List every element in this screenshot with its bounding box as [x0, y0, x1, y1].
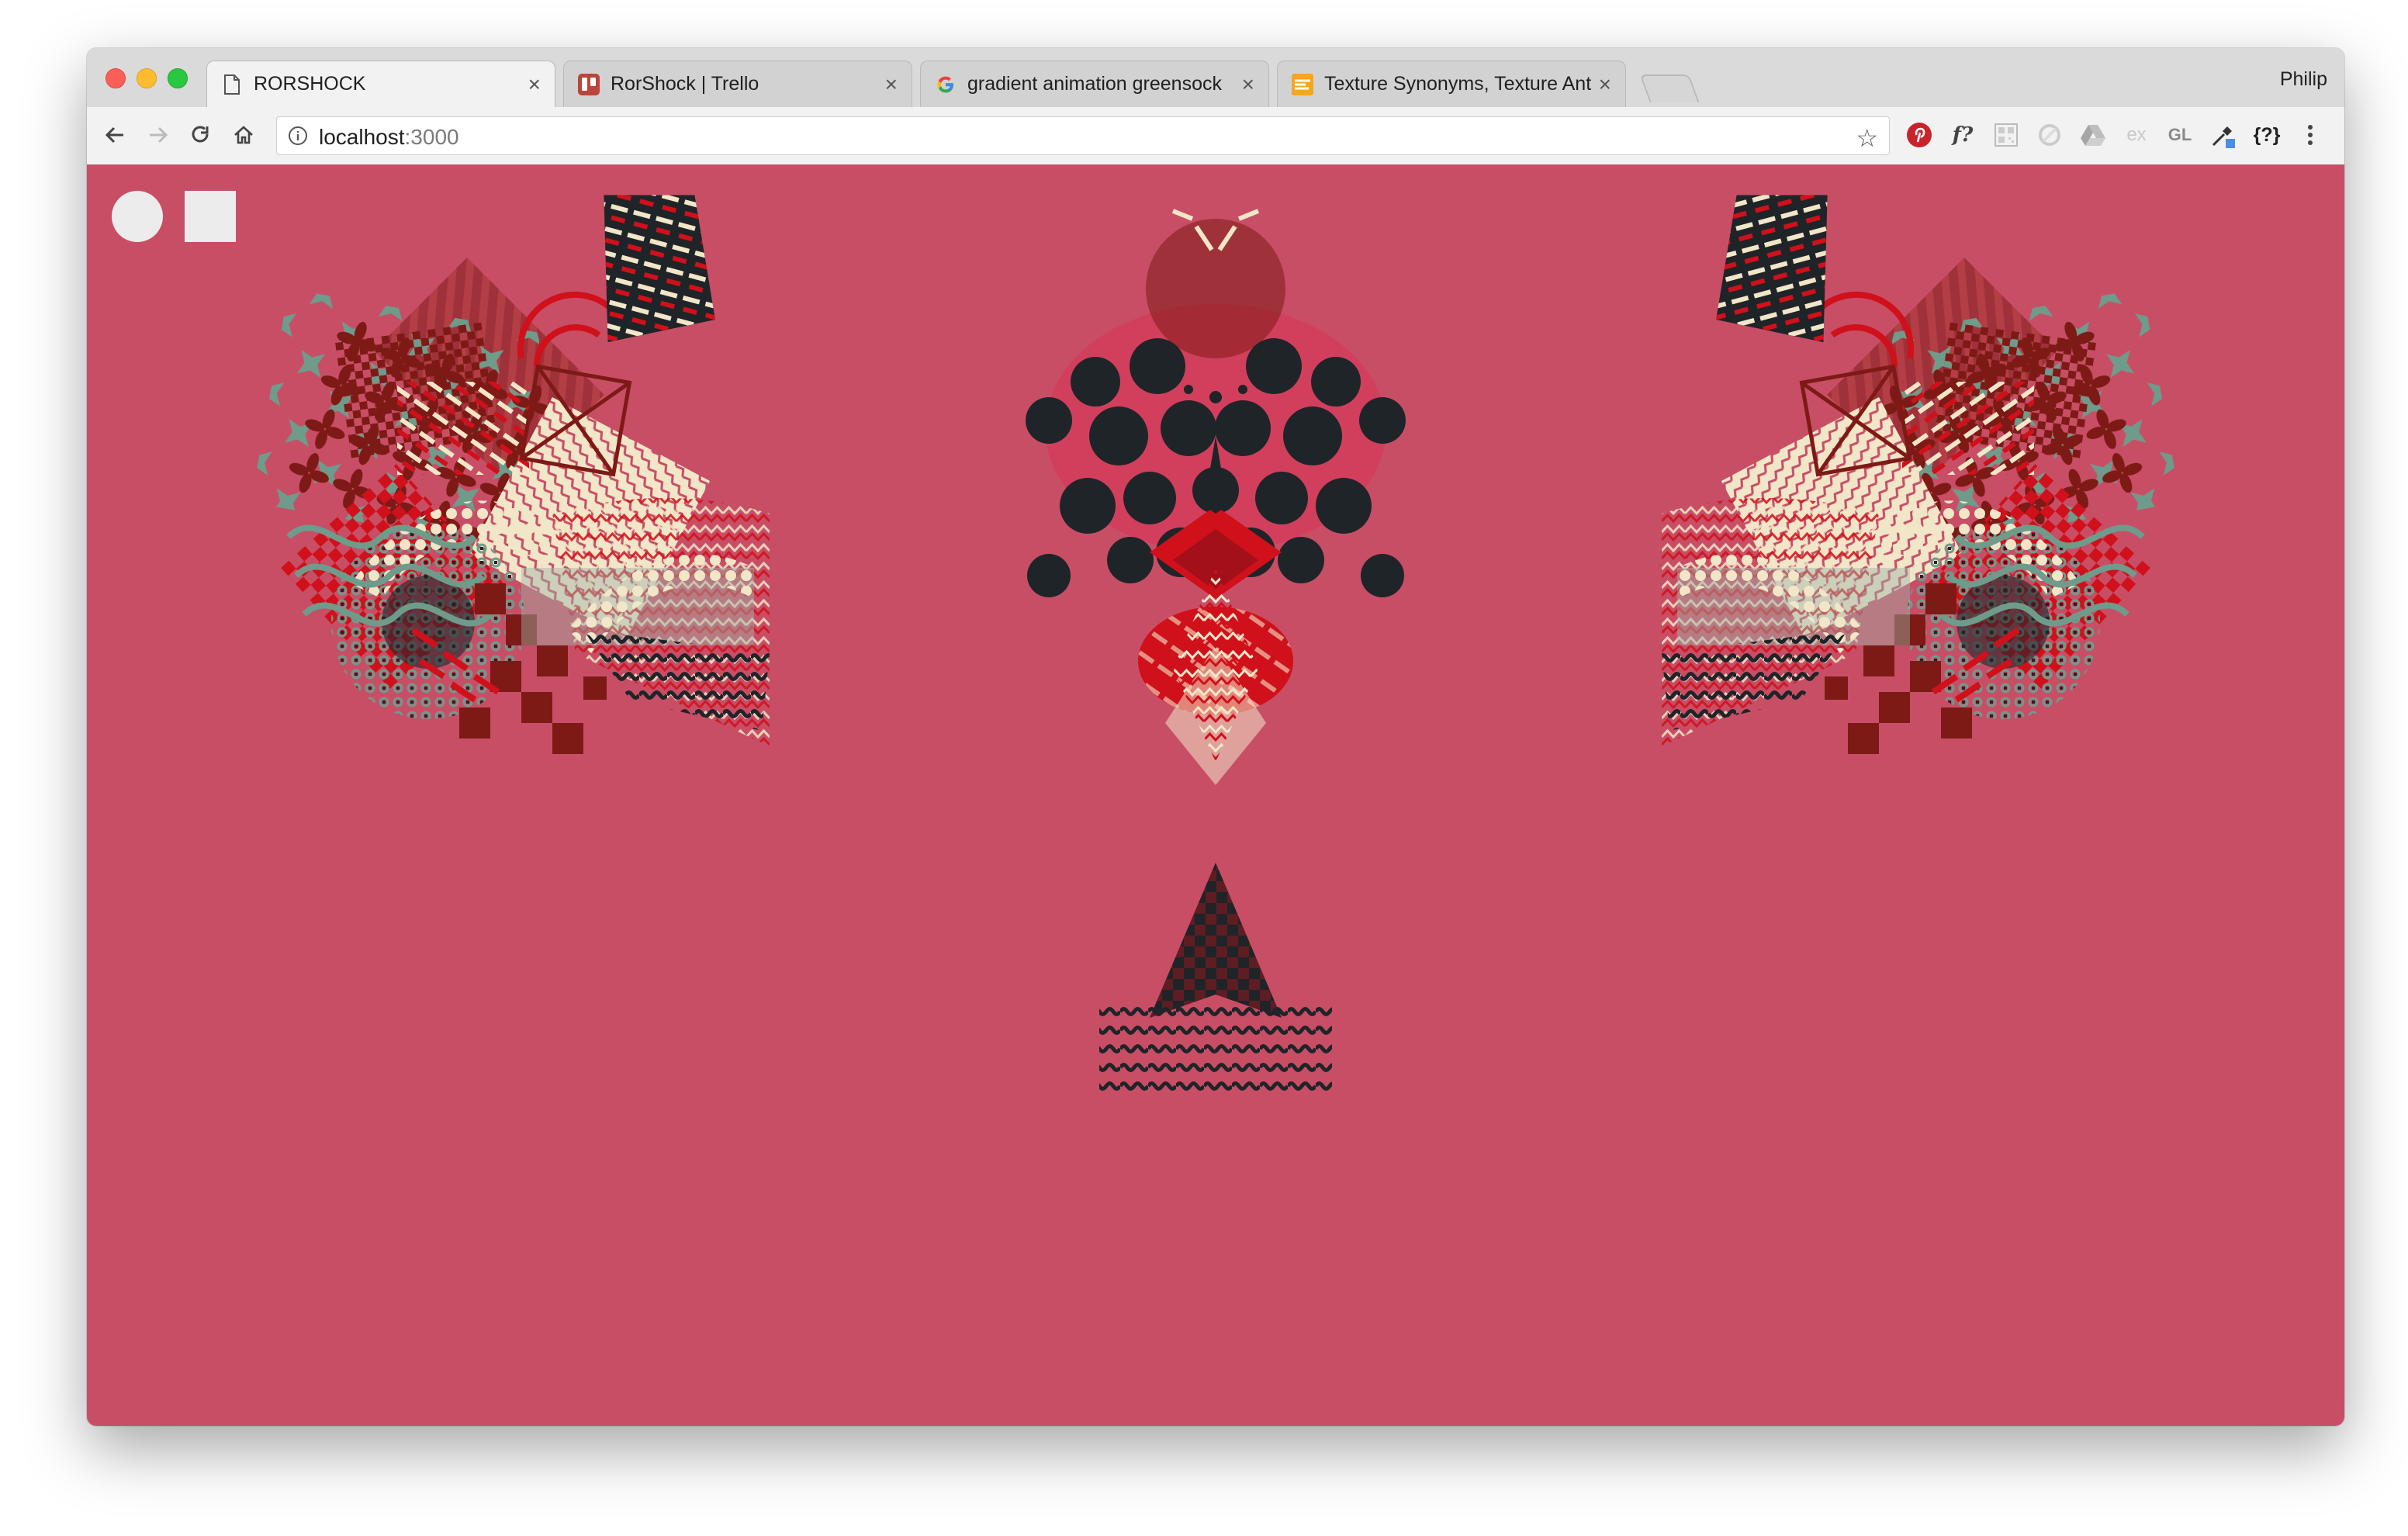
- tab-thesaurus[interactable]: Texture Synonyms, Texture Ant ×: [1277, 61, 1626, 107]
- thesaurus-icon: [1292, 73, 1313, 95]
- tab-close-icon[interactable]: ×: [528, 72, 541, 97]
- tab-rorshock[interactable]: RORSHOCK ×: [206, 61, 555, 107]
- close-window-button[interactable]: [106, 68, 126, 88]
- reload-button[interactable]: [185, 119, 216, 150]
- qr-icon[interactable]: [1989, 118, 2023, 152]
- info-icon[interactable]: [288, 126, 308, 146]
- artwork-left-half: [251, 166, 770, 754]
- gl-icon[interactable]: GL: [2163, 118, 2197, 152]
- url-text: localhost:3000: [319, 125, 459, 150]
- tab-close-icon[interactable]: ×: [1242, 72, 1254, 97]
- profile-name[interactable]: Philip: [2280, 68, 2327, 91]
- back-button[interactable]: [99, 119, 130, 150]
- whatfont-icon[interactable]: f?: [1946, 118, 1980, 152]
- page-viewport: [87, 164, 2344, 1426]
- pinterest-icon[interactable]: [1902, 118, 1936, 152]
- back-arrow-icon: [105, 126, 123, 144]
- reload-icon: [192, 126, 209, 143]
- tab-strip: RORSHOCK × RorShock | Trello × gradient …: [87, 48, 2344, 107]
- tab-title: Texture Synonyms, Texture Ant: [1324, 73, 1591, 95]
- ex-icon[interactable]: ex: [2119, 118, 2154, 152]
- forward-arrow-icon: [150, 126, 168, 144]
- address-bar[interactable]: localhost:3000 ☆: [276, 116, 1890, 155]
- minimize-window-button[interactable]: [137, 68, 157, 88]
- tab-title: gradient animation greensock: [967, 73, 1222, 95]
- tab-trello[interactable]: RorShock | Trello ×: [563, 61, 912, 107]
- artwork-center: [1026, 209, 1406, 1095]
- google-icon: [935, 74, 957, 95]
- tab-google-search[interactable]: gradient animation greensock ×: [920, 61, 1269, 107]
- json-icon[interactable]: {?}: [2250, 118, 2284, 152]
- toolbar: localhost:3000 ☆ f? ex GL {?}: [87, 107, 2344, 165]
- url-port: :3000: [404, 125, 459, 149]
- new-tab-button[interactable]: [1639, 74, 1700, 102]
- forward-button[interactable]: [143, 119, 174, 150]
- browser-window: RORSHOCK × RorShock | Trello × gradient …: [87, 48, 2344, 1426]
- drive-icon[interactable]: [2076, 118, 2110, 152]
- document-icon: [221, 74, 243, 95]
- home-button[interactable]: [228, 119, 259, 150]
- ext-icon[interactable]: [2033, 118, 2067, 152]
- tab-title: RorShock | Trello: [611, 73, 759, 95]
- home-icon: [234, 126, 253, 144]
- bookmark-star-icon[interactable]: ☆: [1856, 123, 1878, 153]
- trello-icon: [578, 73, 600, 95]
- menu-icon[interactable]: [2293, 118, 2327, 152]
- tab-close-icon[interactable]: ×: [885, 72, 898, 97]
- tab-close-icon[interactable]: ×: [1599, 72, 1611, 97]
- eyedropper-icon[interactable]: [2206, 118, 2240, 152]
- rorschach-artwork: [87, 164, 2344, 1095]
- zoom-window-button[interactable]: [168, 68, 188, 88]
- artwork-right-half: [1662, 166, 2181, 754]
- url-host: localhost: [319, 125, 405, 149]
- tab-title: RORSHOCK: [254, 73, 366, 95]
